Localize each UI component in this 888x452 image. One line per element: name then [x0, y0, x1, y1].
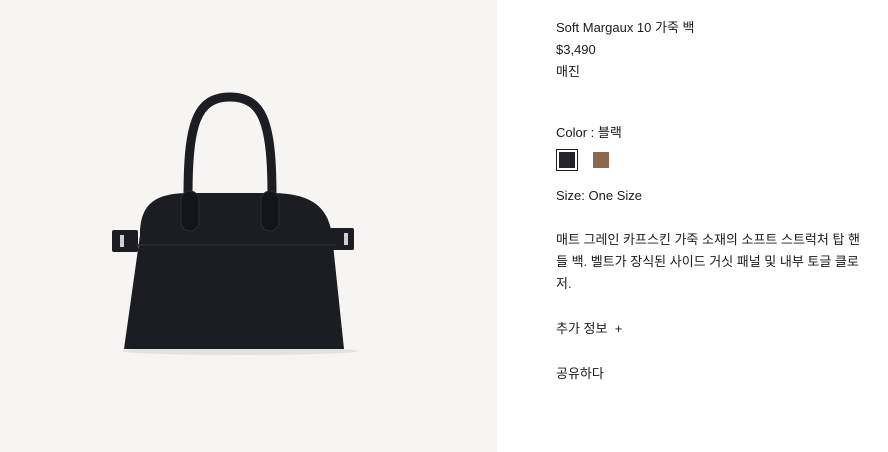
product-image-panel: [0, 0, 497, 452]
product-price: $3,490: [556, 42, 596, 57]
color-label: Color :: [556, 125, 598, 140]
product-page: Soft Margaux 10 가죽 백 $3,490 매진 Color : 블…: [0, 0, 888, 452]
color-selector-label: Color : 블랙: [556, 123, 622, 143]
color-value: 블랙: [597, 125, 622, 140]
swatch-brown-fill: [593, 152, 609, 168]
more-info-label: 추가 정보: [556, 321, 608, 336]
color-swatches: [556, 149, 612, 171]
size-value: One Size: [588, 188, 642, 203]
stock-status: 매진: [556, 64, 580, 79]
size-info: Size: One Size: [556, 186, 642, 206]
swatch-black[interactable]: [556, 149, 578, 171]
swatch-brown[interactable]: [590, 149, 612, 171]
plus-icon: +: [614, 321, 623, 336]
swatch-black-fill: [559, 152, 575, 168]
size-label: Size:: [556, 188, 589, 203]
share-link[interactable]: 공유하다: [556, 364, 604, 384]
product-image: [112, 92, 358, 355]
product-description: 매트 그레인 카프스킨 가죽 소재의 소프트 스트럭처 탑 핸들 백. 벨트가 …: [556, 232, 860, 291]
product-title: Soft Margaux 10 가죽 백: [556, 20, 695, 35]
more-info-toggle[interactable]: 추가 정보 +: [556, 319, 622, 339]
